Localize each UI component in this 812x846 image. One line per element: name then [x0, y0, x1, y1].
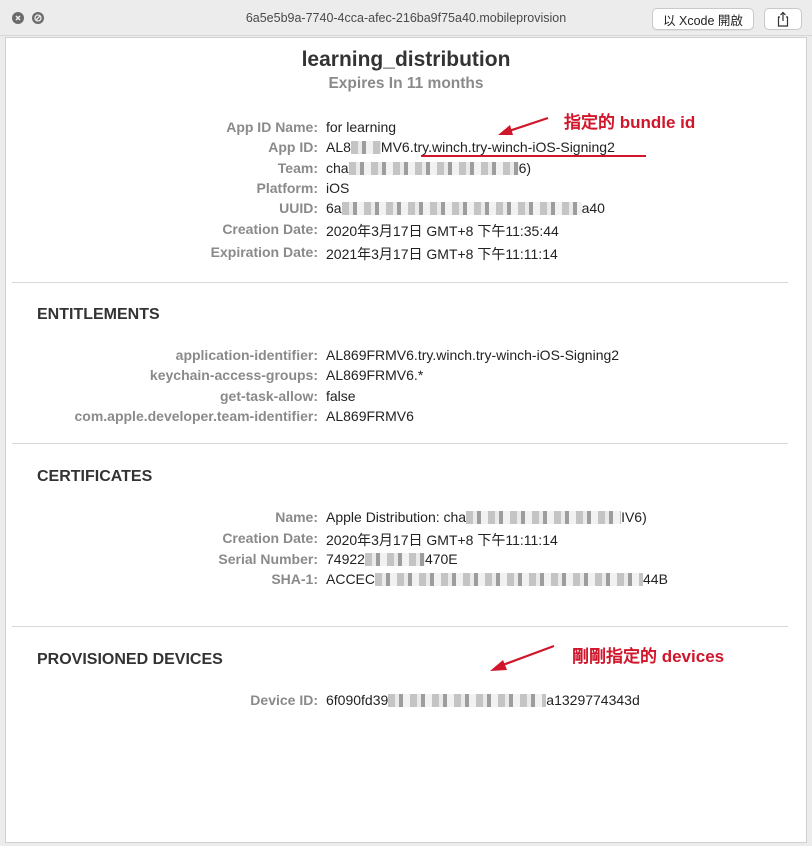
info-value: for learning [326, 119, 397, 135]
block-icon [34, 14, 42, 22]
info-label: UUID: [279, 200, 318, 216]
entitlement-row: keychain-access-groups: AL869FRMV6.* [6, 367, 806, 387]
info-value: cha 6) [326, 160, 532, 176]
entitlement-label: application-identifier: [175, 347, 318, 363]
certificate-value: 2020年3月17日 GMT+8 下午11:11:14 [326, 532, 558, 548]
certificates-heading: CERTIFICATES [37, 468, 153, 485]
device-row: Device ID: 6f090fd39 a1329774343d [6, 692, 806, 712]
entitlement-value: AL869FRMV6.try.winch.try-winch-iOS-Signi… [326, 347, 620, 363]
info-value: 6a a40 [326, 200, 605, 216]
info-row-team: Team: cha 6) [6, 160, 806, 180]
provisioned-devices-heading: PROVISIONED DEVICES [37, 651, 223, 668]
section-divider [12, 626, 788, 627]
info-label: Expiration Date: [210, 244, 318, 260]
certificate-value: Apple Distribution: cha IV6) [326, 509, 647, 525]
profile-expiry: Expires In 11 months [328, 75, 484, 92]
info-label: Platform: [256, 180, 318, 196]
section-divider [12, 282, 788, 283]
share-icon [777, 11, 789, 27]
info-label: Creation Date: [222, 221, 318, 237]
bundle-id-underline [421, 155, 646, 157]
window-titlebar: 6a5e5b9a-7740-4cca-afec-216ba9f75a40.mob… [0, 0, 812, 36]
close-window-button[interactable] [12, 12, 24, 24]
info-row-creation-date: Creation Date: 2020年3月17日 GMT+8 下午11:35:… [6, 221, 806, 241]
minimize-window-button[interactable] [32, 12, 44, 24]
close-icon [15, 15, 21, 21]
annotation-arrow-devices [490, 644, 555, 671]
share-button[interactable] [764, 8, 802, 30]
certificate-label: Name: [275, 509, 318, 525]
certificate-row-sha1: SHA-1: ACCEC 44B [6, 571, 806, 591]
entitlement-value: AL869FRMV6 [326, 408, 414, 424]
open-in-xcode-button[interactable]: 以 Xcode 開啟 [652, 8, 754, 30]
info-row-app-id: App ID: AL8 MV6.try.winch.try-winch-iOS-S… [6, 139, 806, 159]
entitlement-value: false [326, 388, 356, 404]
certificate-label: SHA-1: [271, 571, 318, 587]
info-row-expiration-date: Expiration Date: 2021年3月17日 GMT+8 下午11:1… [6, 244, 806, 264]
entitlement-label: com.apple.developer.team-identifier: [74, 408, 318, 424]
redacted-block [364, 553, 425, 566]
entitlement-label: get-task-allow: [219, 388, 318, 404]
certificate-label: Creation Date: [222, 530, 318, 546]
redacted-block [341, 202, 582, 215]
info-label: Team: [277, 160, 318, 176]
entitlement-row: com.apple.developer.team-identifier: AL8… [6, 408, 806, 428]
info-value: AL8 MV6.try.winch.try-winch-iOS-Signing2 [326, 139, 615, 155]
entitlements-heading: ENTITLEMENTS [37, 306, 160, 323]
section-divider [12, 443, 788, 444]
certificate-row-name: Name: Apple Distribution: cha IV6) [6, 509, 806, 529]
info-row-platform: Platform: iOS [6, 180, 806, 200]
info-value: iOS [326, 180, 350, 196]
certificate-row-serial: Serial Number: 74922 470E [6, 551, 806, 571]
entitlement-row: application-identifier: AL869FRMV6.try.w… [6, 347, 806, 367]
certificate-label: Serial Number: [218, 551, 318, 567]
info-label: App ID Name: [226, 119, 318, 135]
device-value: 6f090fd39 a1329774343d [326, 692, 640, 708]
redacted-block [466, 511, 622, 524]
redacted-block [375, 573, 644, 586]
redacted-block [388, 694, 547, 707]
provision-profile-panel: learning_distribution Expires In 11 mont… [5, 37, 807, 843]
entitlement-label: keychain-access-groups: [149, 367, 318, 383]
annotation-arrow-bundle-id [498, 116, 549, 135]
info-value: 2020年3月17日 GMT+8 下午11:35:44 [326, 223, 559, 239]
certificate-value: ACCEC 44B [326, 571, 668, 587]
devices-annotation: 剛剛指定的 devices [572, 647, 725, 666]
info-value: 2021年3月17日 GMT+8 下午11:11:14 [326, 246, 558, 262]
bundle-id-text: try.winch.try-winch-iOS-Signing2 [413, 139, 615, 155]
entitlement-row: get-task-allow: false [6, 388, 806, 408]
certificate-row-creation-date: Creation Date: 2020年3月17日 GMT+8 下午11:11:… [6, 530, 806, 550]
redacted-block [348, 162, 519, 175]
redacted-block [350, 141, 381, 154]
info-row-uuid: UUID: 6a a40 [6, 200, 806, 220]
device-label: Device ID: [250, 692, 318, 708]
info-label: App ID: [268, 139, 318, 155]
bundle-id-annotation: 指定的 bundle id [564, 113, 696, 132]
entitlement-value: AL869FRMV6.* [326, 367, 424, 383]
profile-name: learning_distribution [301, 48, 511, 71]
certificate-value: 74922 470E [326, 551, 458, 567]
